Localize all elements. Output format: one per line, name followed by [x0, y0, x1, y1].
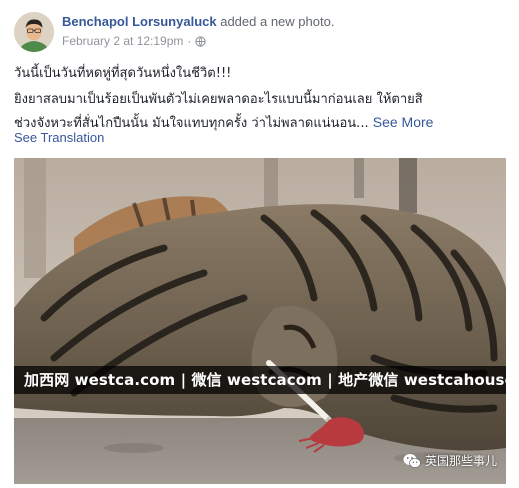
post-action-text: added a new photo. [220, 14, 335, 29]
watermark-text: 加西网 westca.com | 微信 westcacom | 地产微信 wes… [24, 371, 515, 389]
post-text-line-3-content: ช่วงจังหวะที่สั่นไกปืนนั้น มันใจแทบทุกคร… [14, 116, 369, 131]
meta-separator: · [187, 34, 192, 48]
post-text-line-2: ยิงยาสลบมาเป็นร้อยเป็นพันตัวไม่เคยพลาดอะ… [14, 92, 423, 107]
wechat-account-name: 英国那些事儿 [425, 454, 498, 468]
see-translation-link[interactable]: See Translation [14, 130, 104, 145]
avatar[interactable] [14, 12, 54, 52]
post-photo[interactable] [14, 158, 506, 484]
post-timestamp-link[interactable]: February 2 at 12:19pm [62, 34, 183, 48]
facebook-post: Benchapol Lorsunyaluck added a new photo… [0, 0, 519, 488]
wechat-badge: 英国那些事儿 [403, 452, 497, 469]
globe-icon[interactable] [195, 35, 207, 47]
post-text-line-1: วันนี้เป็นวันที่หดหู่ที่สุดวันหนึ่งในชีว… [14, 66, 232, 81]
wechat-icon [403, 453, 421, 469]
see-more-link[interactable]: See More [373, 114, 434, 130]
post-meta: February 2 at 12:19pm · [62, 34, 207, 48]
avatar-image [14, 12, 54, 52]
author-name-link[interactable]: Benchapol Lorsunyaluck [62, 14, 217, 29]
tiger-photo [14, 158, 506, 484]
post-header: Benchapol Lorsunyaluck added a new photo… [62, 14, 334, 29]
